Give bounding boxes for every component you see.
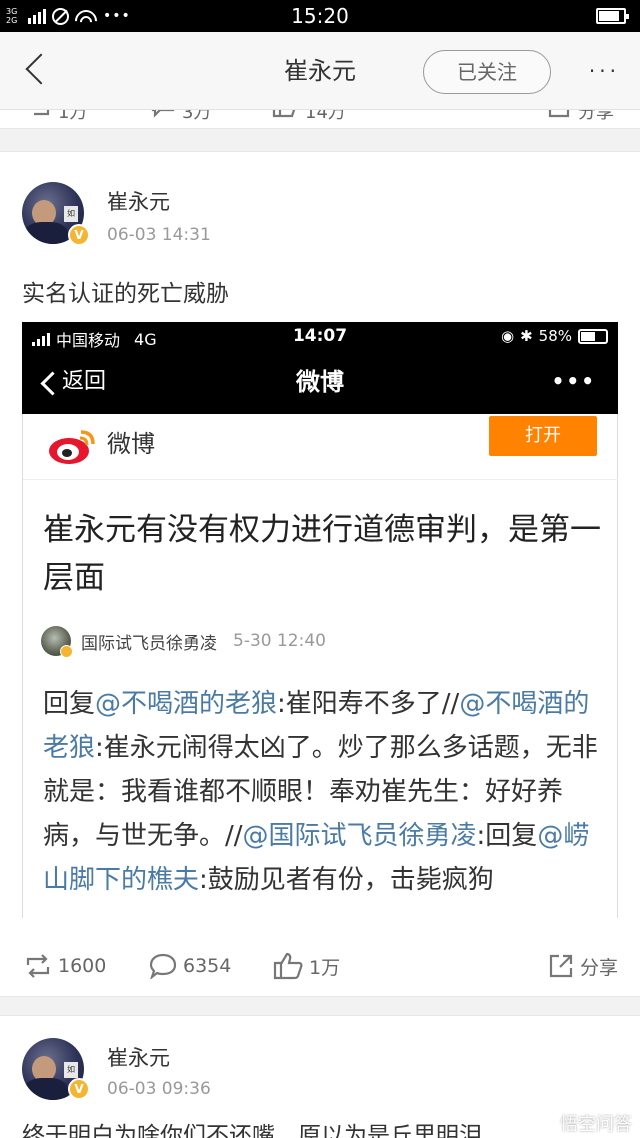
post-author[interactable]: 崔永元 bbox=[107, 186, 170, 216]
body-text-segment: 回复 bbox=[43, 689, 96, 719]
status-time: 15:20 bbox=[291, 4, 349, 28]
embedded-battery-icon bbox=[578, 328, 608, 344]
post-author[interactable]: 崔永元 bbox=[107, 1042, 170, 1072]
repost-icon[interactable] bbox=[30, 110, 52, 118]
share-button[interactable]: 分享 bbox=[548, 952, 618, 980]
like-icon bbox=[273, 952, 303, 980]
nav-bar: 崔永元 已关注 ··· bbox=[0, 32, 640, 110]
embedded-brand-bar: 微博 打开 bbox=[23, 414, 618, 480]
body-text-segment: :鼓励见者有份，击毙疯狗 bbox=[199, 865, 494, 895]
like-count: 14万 bbox=[305, 110, 346, 123]
embedded-open-button: 打开 bbox=[489, 416, 597, 456]
post-image[interactable]: 中国移动 4G 14:07 ◉ ✱ 58% 返回 微博 ••• 微博 打开 崔永… bbox=[22, 322, 618, 918]
embedded-article: 微博 打开 崔永元有没有权力进行道德审判，是第一层面 国际试飞员徐勇凌 5-30… bbox=[22, 414, 618, 918]
share-icon bbox=[549, 954, 573, 978]
embedded-author-avatar bbox=[41, 626, 73, 658]
repost-button[interactable]: 1600 bbox=[24, 952, 106, 980]
post-text[interactable]: 实名认证的死亡威胁 bbox=[22, 274, 229, 308]
status-bar: 3G 2G ••• 15:20 bbox=[0, 0, 640, 32]
embedded-nav-bar: 返回 微博 ••• bbox=[22, 352, 618, 414]
feed-divider bbox=[0, 128, 640, 152]
comment-count: 3万 bbox=[182, 110, 212, 123]
embedded-author-time: 5-30 12:40 bbox=[233, 631, 326, 651]
battery-icon bbox=[596, 8, 629, 24]
embedded-title: 微博 bbox=[296, 368, 344, 396]
embedded-brand-name: 微博 bbox=[107, 430, 155, 458]
share-icon[interactable] bbox=[548, 110, 572, 118]
repost-icon bbox=[26, 954, 50, 978]
like-count: 1万 bbox=[309, 956, 341, 979]
embedded-bluetooth-icon: ✱ bbox=[520, 327, 533, 345]
embedded-battery-percent: 58% bbox=[538, 327, 572, 345]
comment-icon bbox=[149, 953, 177, 979]
comment-count: 6354 bbox=[183, 955, 232, 977]
follow-button[interactable]: 已关注 bbox=[423, 50, 551, 94]
verified-badge-icon: V bbox=[68, 224, 90, 246]
feed-divider bbox=[0, 996, 640, 1016]
weibo-logo-icon bbox=[49, 430, 95, 464]
embedded-lock-icon: ◉ bbox=[500, 327, 515, 345]
watermark: 悟空问答 bbox=[532, 1110, 632, 1136]
repost-count: 1600 bbox=[58, 955, 107, 977]
mention-link: @国际试飞员徐勇凌 bbox=[242, 821, 477, 851]
post-time: 06-03 09:36 bbox=[107, 1079, 211, 1099]
mention-link: @不喝酒的老狼 bbox=[95, 689, 278, 719]
previous-post-actions: 1万 3万 14万 分享 bbox=[0, 110, 640, 126]
post-time: 06-03 14:31 bbox=[107, 225, 211, 245]
more-menu-icon[interactable]: ··· bbox=[589, 54, 620, 88]
body-text-segment: :回复 bbox=[476, 821, 538, 851]
share-label: 分享 bbox=[580, 956, 619, 979]
avatar-tag: 如 bbox=[64, 1062, 78, 1078]
comment-button[interactable]: 6354 bbox=[149, 952, 231, 980]
wukong-logo-icon bbox=[532, 1112, 554, 1134]
post-actions: 1600 6354 1万 分享 bbox=[0, 938, 640, 994]
post-text[interactable]: 终于明白为啥你们不还嘴，原以为是丘里明泪 bbox=[22, 1116, 482, 1138]
embedded-status-bar: 中国移动 4G 14:07 ◉ ✱ 58% bbox=[22, 322, 618, 352]
comment-icon[interactable] bbox=[150, 110, 176, 118]
embedded-headline: 崔永元有没有权力进行道德审判，是第一层面 bbox=[43, 512, 601, 596]
watermark-text: 悟空问答 bbox=[560, 1114, 632, 1135]
repost-count: 1万 bbox=[58, 110, 88, 123]
embedded-more-icon: ••• bbox=[551, 369, 596, 393]
like-button[interactable]: 1万 bbox=[273, 952, 340, 980]
avatar-tag: 如 bbox=[64, 206, 78, 222]
embedded-author-row: 国际试飞员徐勇凌 5-30 12:40 bbox=[41, 626, 326, 658]
verified-badge-icon: V bbox=[68, 1078, 90, 1100]
body-text-segment: :崔阳寿不多了// bbox=[277, 689, 460, 719]
embedded-body-text: 回复@不喝酒的老狼:崔阳寿不多了//@不喝酒的老狼:崔永元闹得太凶了。炒了那么多… bbox=[43, 682, 603, 902]
share-label[interactable]: 分享 bbox=[578, 110, 614, 124]
embedded-author-name: 国际试飞员徐勇凌 bbox=[81, 633, 217, 654]
like-icon[interactable] bbox=[272, 110, 298, 118]
